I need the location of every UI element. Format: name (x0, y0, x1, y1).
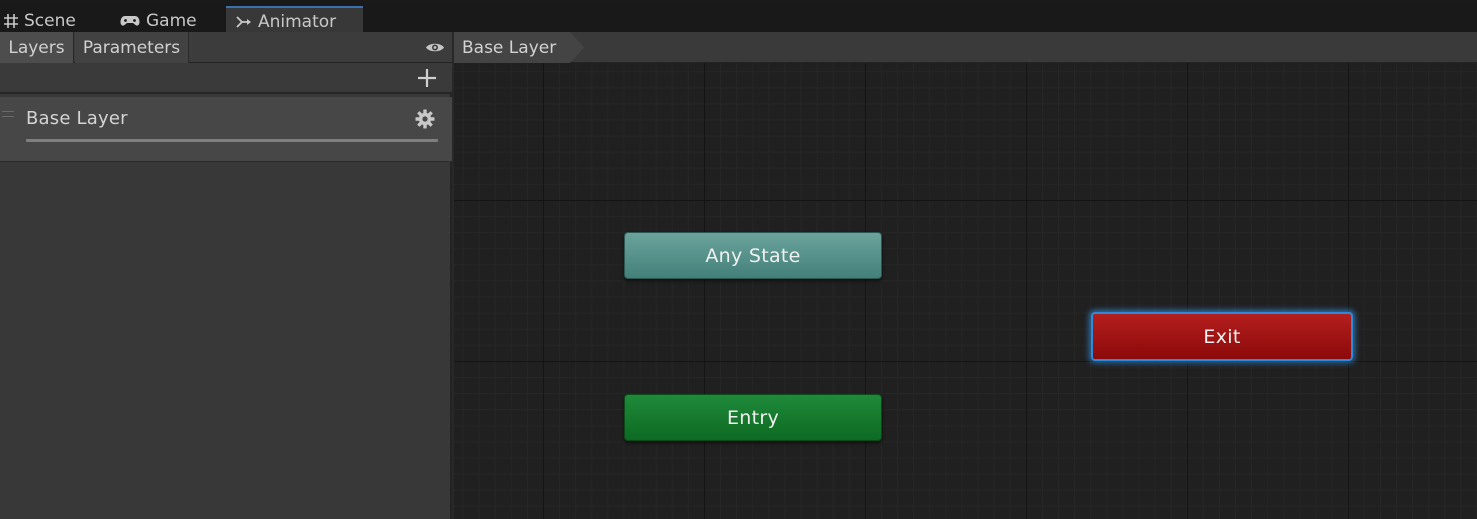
animator-icon (236, 15, 252, 29)
state-node-exit[interactable]: Exit (1091, 312, 1353, 361)
tab-game-label: Game (146, 10, 197, 31)
state-node-entry[interactable]: Entry (624, 394, 882, 441)
layers-panel: Layers Parameters Base Layer (0, 32, 452, 519)
editor-tab-bar: Scene Game Animator (0, 0, 1477, 35)
panel-subtabs: Layers Parameters (0, 32, 452, 63)
state-node-any-state[interactable]: Any State (624, 232, 882, 279)
subtab-parameters[interactable]: Parameters (75, 32, 189, 63)
layer-name: Base Layer (26, 108, 128, 129)
state-node-label: Exit (1203, 325, 1241, 348)
layer-weight-bar (26, 139, 438, 142)
layer-toolbar (0, 63, 452, 94)
tab-scene-label: Scene (24, 10, 76, 31)
breadcrumb-item-base-layer[interactable]: Base Layer (454, 32, 584, 63)
state-node-label: Entry (726, 406, 780, 429)
eye-icon[interactable] (424, 39, 446, 55)
subtab-layers-label: Layers (8, 37, 65, 58)
animator-window: Scene Game Animator Layers Parameters Ba… (0, 0, 1477, 519)
plus-icon (417, 68, 437, 88)
state-node-label: Any State (705, 244, 801, 267)
breadcrumb: Base Layer (454, 32, 1477, 63)
tab-animator-label: Animator (258, 11, 337, 32)
layer-item-base-layer[interactable]: Base Layer (0, 97, 452, 162)
gamepad-icon (120, 15, 140, 27)
gear-icon[interactable] (414, 108, 436, 130)
drag-handle-icon[interactable] (2, 111, 14, 117)
add-layer-button[interactable] (416, 67, 438, 89)
tab-game[interactable]: Game (120, 6, 197, 35)
tab-animator[interactable]: Animator (226, 6, 363, 35)
subtab-layers[interactable]: Layers (0, 32, 74, 63)
state-machine-graph[interactable] (454, 32, 1477, 519)
tab-scene[interactable]: Scene (4, 6, 76, 35)
breadcrumb-label: Base Layer (462, 37, 557, 58)
subtab-parameters-label: Parameters (82, 37, 181, 58)
grid-icon (4, 13, 18, 28)
